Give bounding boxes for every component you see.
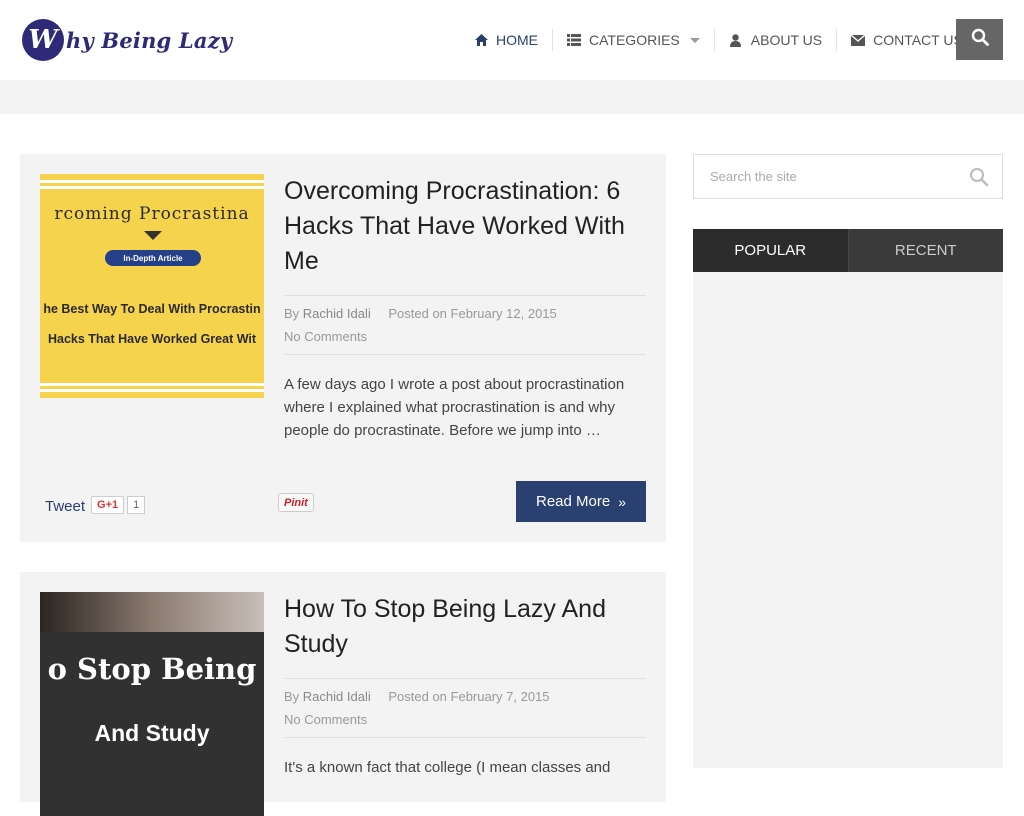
post-date: February 12, 2015 — [450, 306, 557, 321]
nav-about[interactable]: ABOUT US — [713, 29, 836, 51]
author-prefix: By — [284, 689, 300, 704]
tab-popular[interactable]: POPULAR — [693, 229, 848, 272]
tab-recent[interactable]: RECENT — [847, 229, 1003, 272]
post-thumbnail[interactable]: o Stop Being And Study — [40, 592, 264, 816]
share-bar: Tweet G+1 1 — [45, 494, 146, 515]
logo-text: hy Being Lazy — [66, 27, 233, 53]
read-more-button[interactable]: Read More » — [516, 481, 646, 522]
nav-about-label: ABOUT US — [750, 32, 823, 48]
gplus-count: 1 — [127, 495, 146, 514]
nav-home[interactable]: HOME — [460, 29, 552, 51]
tab-panel — [693, 272, 1003, 768]
post-title[interactable]: Overcoming Procrastination: 6 Hacks That… — [284, 174, 646, 279]
nav-home-label: HOME — [496, 32, 538, 48]
search-icon — [971, 28, 989, 51]
envelope-icon — [851, 33, 866, 47]
nav-categories[interactable]: CATEGORIES — [552, 29, 714, 51]
post-body: How To Stop Being Lazy And Study By Rach… — [284, 592, 646, 779]
comments-link[interactable]: No Comments — [284, 712, 367, 727]
post-body: Overcoming Procrastination: 6 Hacks That… — [284, 174, 646, 442]
date-prefix: Posted on — [388, 689, 447, 704]
post-meta: By Rachid Idali Posted on February 7, 20… — [284, 678, 646, 738]
thumb-line: he Best Way To Deal With Procrastin — [43, 302, 261, 316]
post-card: rcoming Procrastina In-Depth Article he … — [20, 154, 666, 542]
post-thumbnail[interactable]: rcoming Procrastina In-Depth Article he … — [40, 174, 264, 398]
tweet-button[interactable]: Tweet — [45, 498, 85, 515]
thumb-line: And Study — [94, 720, 210, 746]
sidebar-search — [693, 154, 1003, 199]
date-prefix: Posted on — [388, 306, 447, 321]
author-link[interactable]: Rachid Idali — [303, 306, 371, 321]
pinit-button[interactable]: Pinit — [278, 493, 314, 512]
thumb-stripe — [40, 180, 264, 183]
thumb-photo — [40, 592, 264, 632]
site-header: W hy Being Lazy HOME CATEGORIES ABOUT US — [0, 0, 1024, 80]
read-more-label: Read More — [536, 493, 611, 510]
comments-link[interactable]: No Comments — [284, 329, 367, 344]
search-icon[interactable] — [969, 167, 989, 192]
sidebar-tabs: POPULAR RECENT — [693, 229, 1003, 272]
site-logo[interactable]: W hy Being Lazy — [22, 19, 233, 61]
sidebar-search-input[interactable] — [694, 155, 954, 198]
thumb-badge: In-Depth Article — [105, 250, 201, 266]
post-excerpt: A few days ago I wrote a post about proc… — [284, 376, 625, 439]
post-title-link[interactable]: How To Stop Being Lazy And Study — [284, 595, 606, 658]
post-title-link[interactable]: Overcoming Procrastination: 6 Hacks That… — [284, 177, 625, 275]
thumb-stripe — [40, 389, 264, 392]
logo-badge: W — [22, 19, 64, 61]
home-icon — [474, 33, 488, 47]
header-subbar — [0, 80, 1024, 114]
post-title[interactable]: How To Stop Being Lazy And Study — [284, 592, 646, 662]
thumb-heading: rcoming Procrastina — [54, 204, 250, 224]
main-nav: HOME CATEGORIES ABOUT US CONTACT US — [460, 0, 977, 80]
author-prefix: By — [284, 306, 300, 321]
thumb-stripe — [40, 186, 264, 189]
nav-contact-label: CONTACT US — [873, 32, 963, 48]
user-icon — [729, 33, 743, 47]
thumb-triangle — [144, 231, 162, 240]
post-meta: By Rachid Idali Posted on February 12, 2… — [284, 295, 646, 355]
gplus-button[interactable]: G+1 — [91, 495, 125, 514]
header-search-button[interactable] — [956, 19, 1003, 60]
thumb-line: Hacks That Have Worked Great Wit — [47, 332, 257, 346]
double-chevron-right-icon: » — [618, 493, 626, 510]
thumb-line: o Stop Being — [47, 652, 257, 686]
author-link[interactable]: Rachid Idali — [303, 689, 371, 704]
post-date: February 7, 2015 — [450, 689, 550, 704]
thumb-stripe — [40, 383, 264, 386]
list-icon — [567, 33, 581, 47]
nav-categories-label: CATEGORIES — [589, 32, 680, 48]
chevron-down-icon — [689, 37, 700, 43]
